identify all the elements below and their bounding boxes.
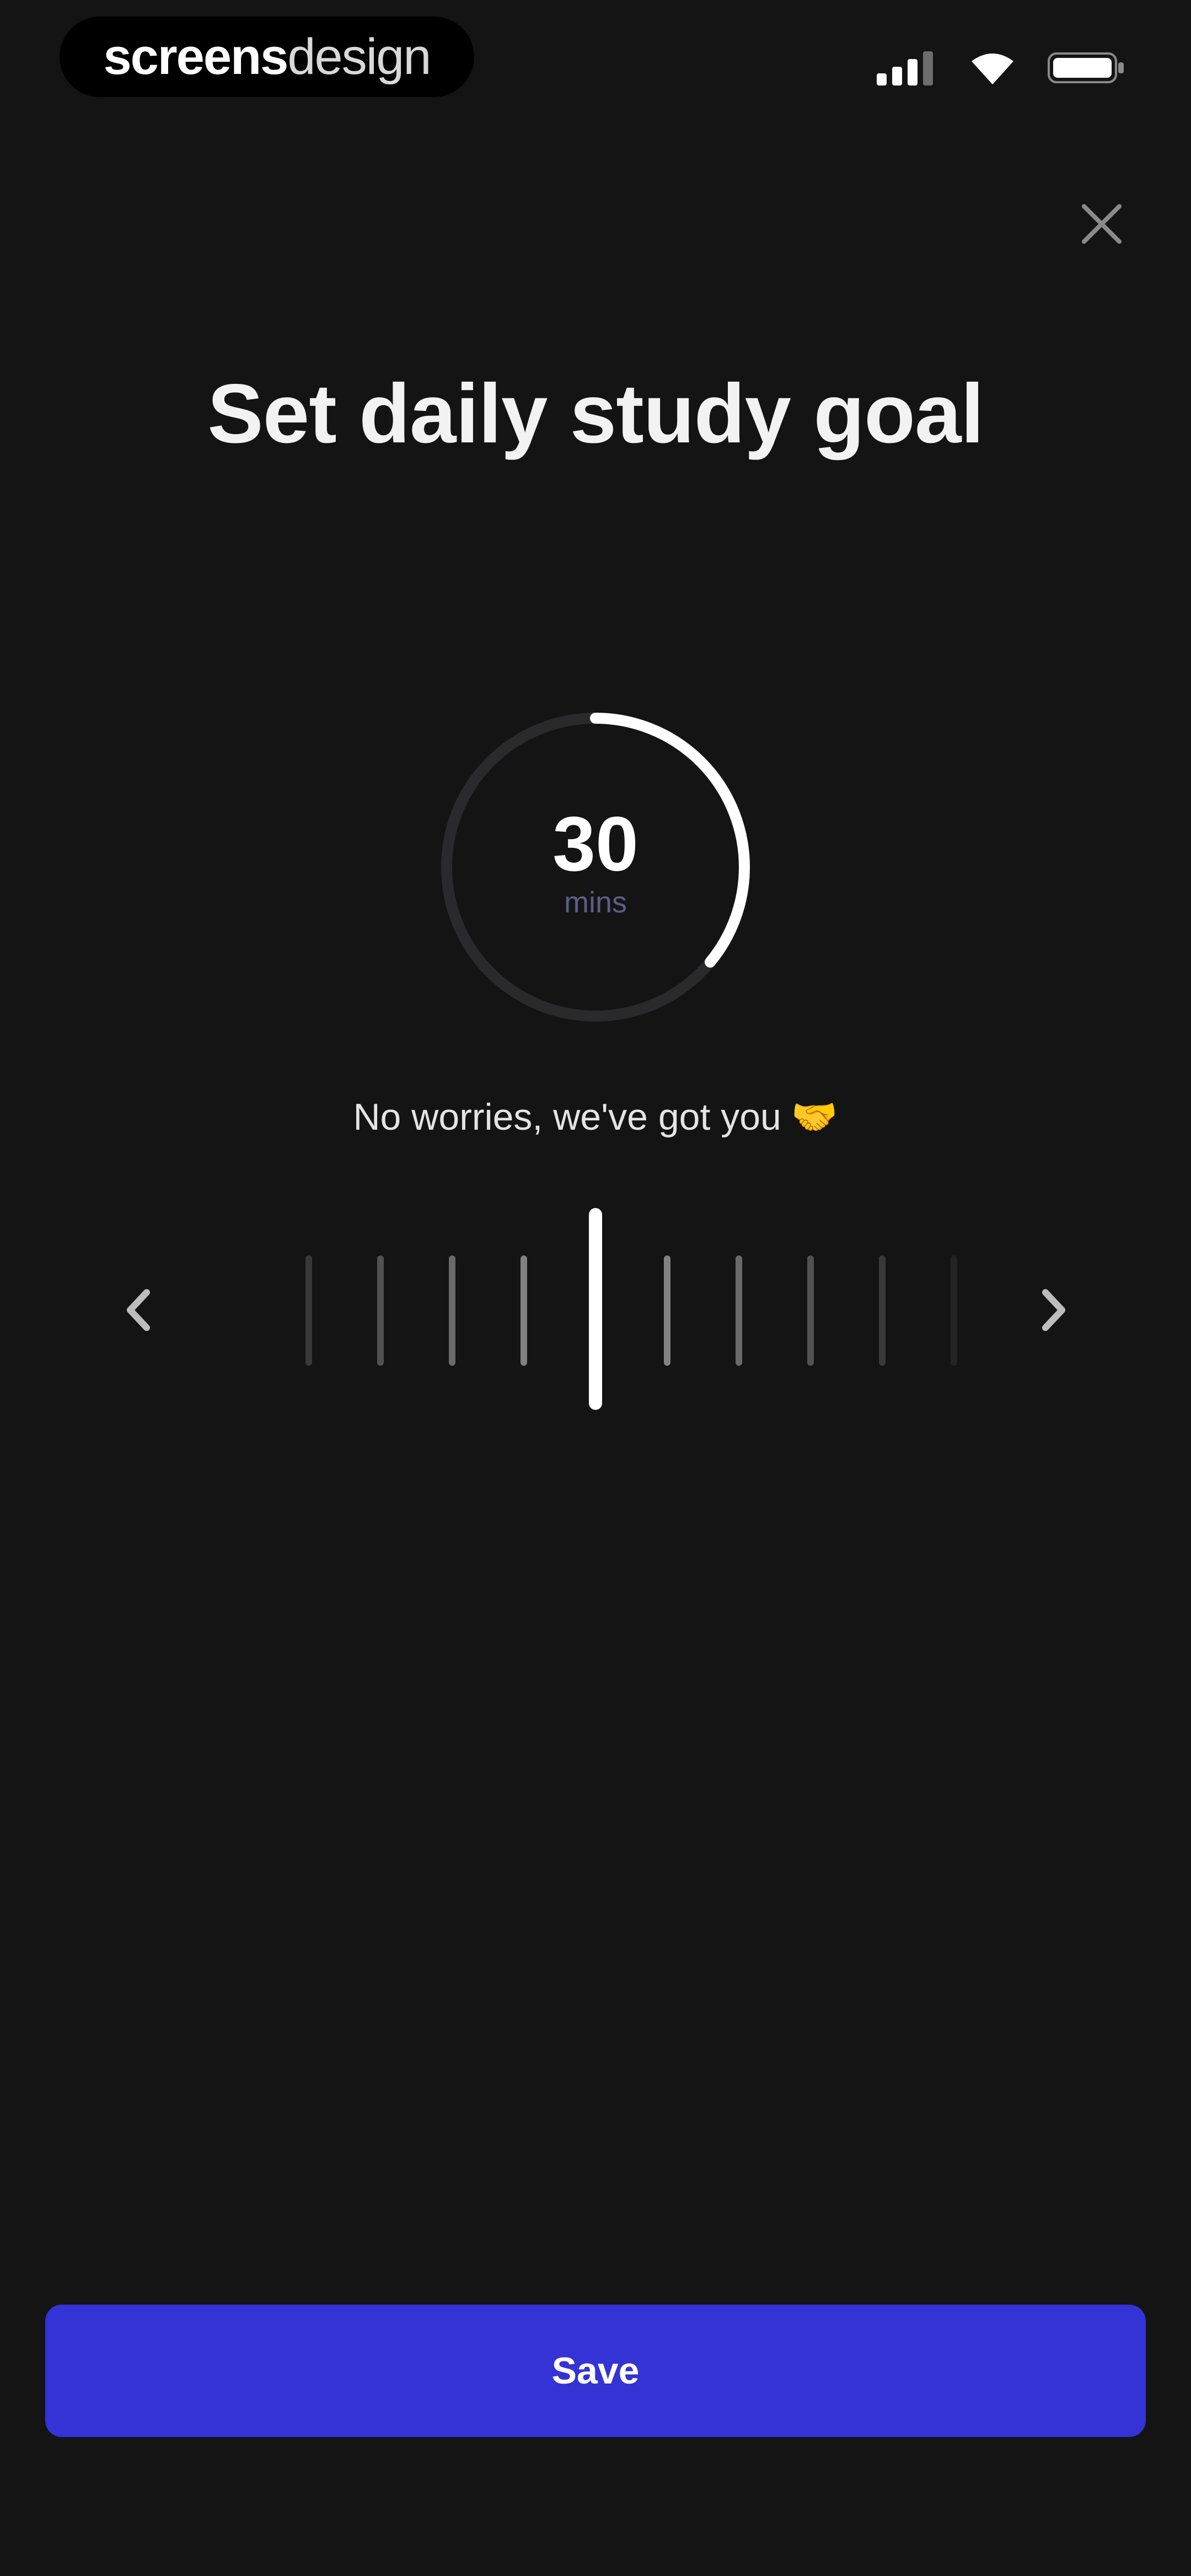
close-icon: [1082, 204, 1122, 244]
brand-logo: screens design: [60, 17, 474, 97]
save-button[interactable]: Save: [45, 2305, 1146, 2437]
ruler-tick: [305, 1255, 312, 1366]
chevron-right-icon: [1042, 1289, 1065, 1331]
ruler-tick: [807, 1255, 814, 1366]
goal-progress-ring: 30 mins: [436, 707, 755, 1027]
ruler-tick: [951, 1255, 957, 1366]
ruler-tick: [879, 1255, 886, 1366]
ruler-tick: [736, 1255, 742, 1366]
goal-unit: mins: [564, 886, 627, 919]
handshake-emoji: 🤝: [791, 1095, 838, 1139]
ruler-tick: [449, 1255, 455, 1366]
signal-icon: [877, 51, 933, 85]
goal-value: 30: [552, 800, 639, 887]
next-value-button[interactable]: [1018, 1269, 1090, 1351]
ruler-tick-selected: [589, 1208, 602, 1410]
close-button[interactable]: [1072, 194, 1131, 254]
encouragement-text: No worries, we've got you: [353, 1096, 781, 1138]
minutes-ruler-picker[interactable]: [0, 1208, 1191, 1418]
brand-logo-light: design: [287, 28, 431, 85]
battery-icon: [1048, 52, 1124, 83]
page-title: Set daily study goal: [207, 367, 984, 461]
ruler-tick: [664, 1255, 670, 1366]
ruler-tick: [377, 1255, 384, 1366]
brand-logo-bold: screens: [103, 28, 289, 85]
status-bar-icons: [877, 43, 1125, 93]
wifi-icon: [972, 54, 1013, 84]
ruler-tick: [521, 1255, 527, 1366]
encouragement-message: No worries, we've got you 🤝: [0, 1095, 1191, 1140]
